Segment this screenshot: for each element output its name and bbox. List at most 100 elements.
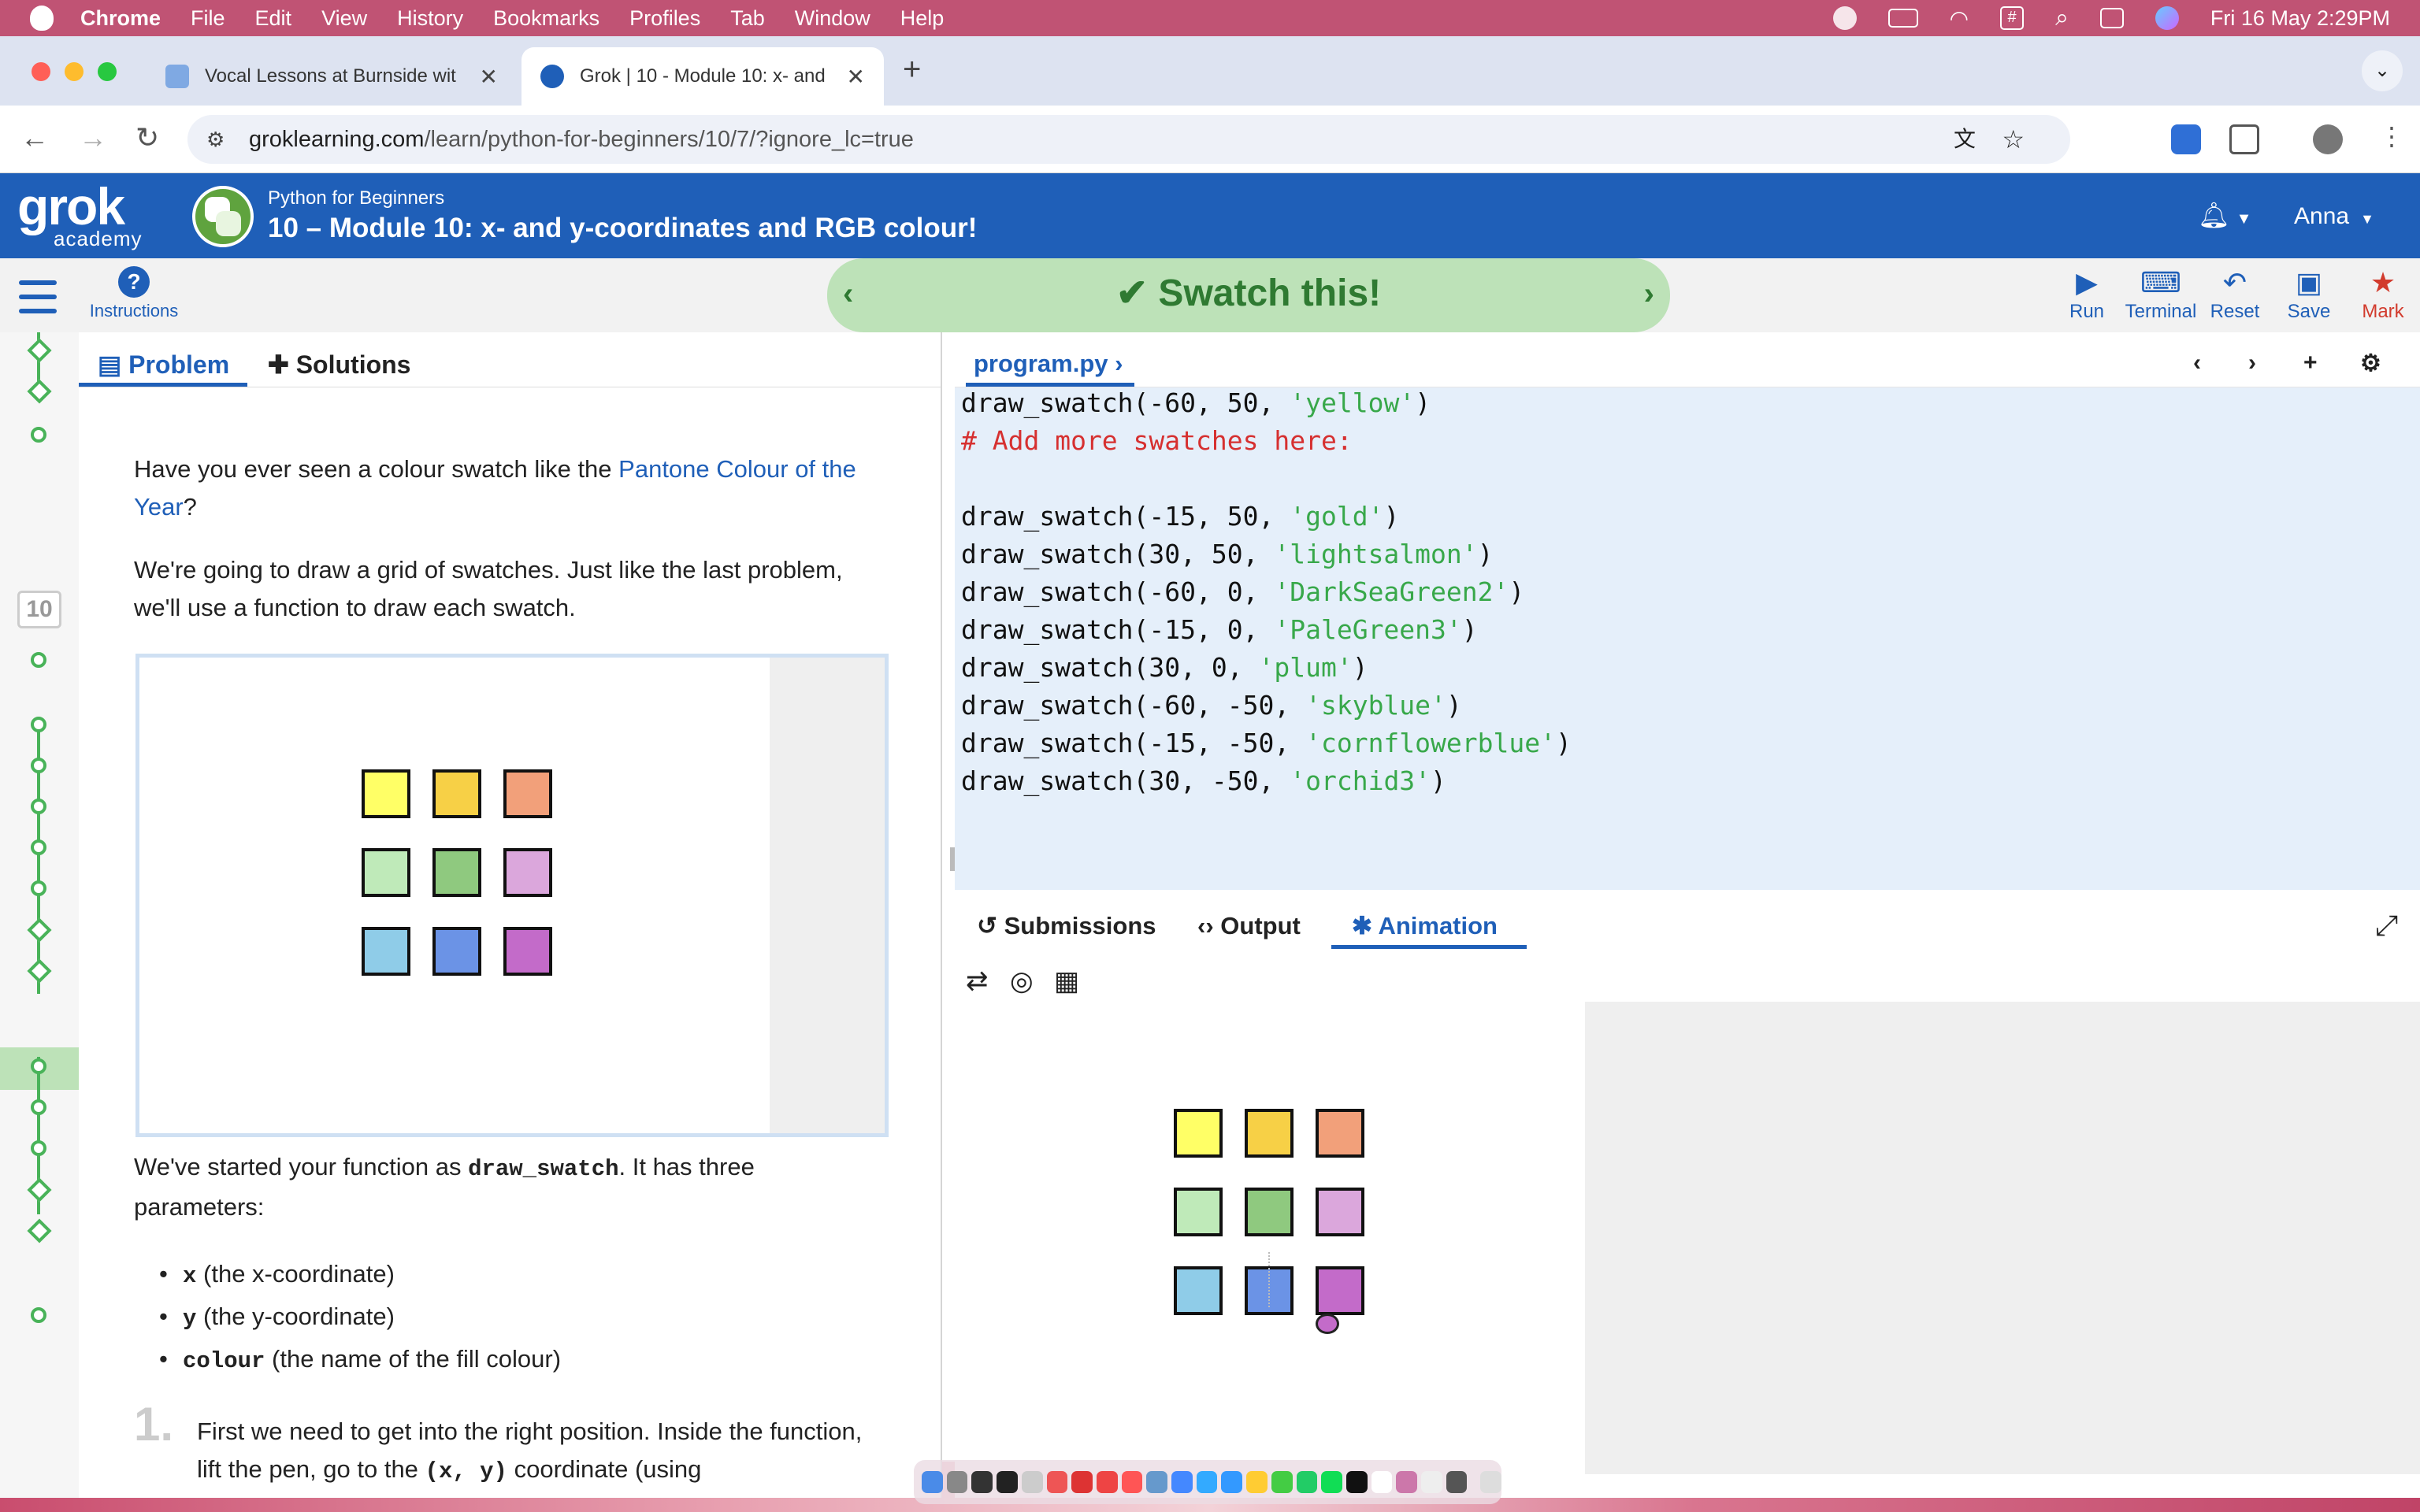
- level-badge[interactable]: 10: [17, 591, 61, 628]
- menu-file[interactable]: File: [191, 6, 225, 31]
- launchpad-icon[interactable]: [1021, 1471, 1043, 1493]
- expand-icon[interactable]: ⤢: [2375, 909, 2398, 943]
- save-button[interactable]: ▣ Save: [2272, 265, 2346, 323]
- app-icon[interactable]: [1096, 1471, 1118, 1493]
- messages-icon[interactable]: [1271, 1471, 1293, 1493]
- more-icon[interactable]: ⋮: [2379, 121, 2404, 151]
- rail-node[interactable]: [27, 338, 52, 363]
- rail-node[interactable]: [27, 1177, 52, 1203]
- app-icon[interactable]: [1146, 1471, 1168, 1493]
- translate-icon[interactable]: 文: [1954, 115, 1976, 164]
- control-center-icon[interactable]: [2099, 8, 2124, 28]
- app-icon[interactable]: [1345, 1471, 1368, 1493]
- menu-help[interactable]: Help: [900, 6, 945, 31]
- rail-node[interactable]: [31, 880, 46, 896]
- menu-tab[interactable]: Tab: [730, 6, 765, 31]
- tab-animation[interactable]: ✱ Animation: [1352, 912, 1498, 940]
- rail-node[interactable]: [31, 717, 46, 732]
- grok-logo[interactable]: grok academy: [17, 180, 143, 249]
- wechat-icon[interactable]: [1296, 1471, 1318, 1493]
- tab-problem[interactable]: ▤ Problem: [98, 350, 229, 380]
- menu-profiles[interactable]: Profiles: [629, 6, 700, 31]
- turtle-canvas[interactable]: [955, 1002, 1585, 1474]
- previous-problem-icon[interactable]: ‹: [843, 258, 853, 329]
- app-icon[interactable]: [946, 1471, 968, 1493]
- rail-node[interactable]: [31, 799, 46, 814]
- panel-resize-handle[interactable]: [950, 847, 955, 871]
- tab-submissions[interactable]: ↺ Submissions: [977, 912, 1156, 940]
- menu-app-name[interactable]: Chrome: [80, 6, 161, 31]
- mark-button[interactable]: ★ Mark: [2346, 265, 2420, 323]
- tab-solutions[interactable]: ✚ Solutions: [268, 350, 410, 380]
- siri-icon[interactable]: [2155, 6, 2179, 30]
- address-bar[interactable]: ⚙ groklearning.com/learn/python-for-begi…: [187, 115, 2070, 164]
- new-tab-button[interactable]: +: [903, 52, 921, 87]
- mail-icon[interactable]: [1171, 1471, 1193, 1493]
- menu-edit[interactable]: Edit: [255, 6, 292, 31]
- rail-node[interactable]: [31, 1099, 46, 1115]
- run-button[interactable]: ▶ Run: [2050, 265, 2124, 323]
- zoom-window-button[interactable]: [98, 62, 117, 81]
- code-editor[interactable]: draw_swatch(-60, 50, 'yellow') # Add mor…: [955, 387, 2420, 890]
- instructions-button[interactable]: ? Instructions: [79, 266, 189, 321]
- browser-tab-vocal[interactable]: Vocal Lessons at Burnside wit ✕: [147, 47, 517, 106]
- chevron-left-icon[interactable]: ‹: [2193, 350, 2201, 376]
- course-title[interactable]: Python for Beginners: [268, 187, 444, 209]
- puzzle-icon[interactable]: [2229, 124, 2259, 154]
- rail-node[interactable]: [27, 379, 52, 404]
- wechat-icon[interactable]: [1832, 6, 1857, 30]
- finder-icon[interactable]: [922, 1471, 943, 1493]
- loop-icon[interactable]: ⇄: [966, 965, 989, 997]
- apple-icon[interactable]: [30, 6, 54, 31]
- rail-node[interactable]: [27, 1218, 52, 1243]
- back-icon[interactable]: ←: [20, 121, 49, 154]
- search-icon[interactable]: ⌕: [2055, 5, 2069, 32]
- minimize-window-button[interactable]: [65, 62, 84, 81]
- app-icon[interactable]: [1071, 1471, 1093, 1493]
- terminal-button[interactable]: ⌨ Terminal: [2124, 265, 2198, 323]
- grid-icon[interactable]: ▦: [1054, 965, 1079, 997]
- menu-window[interactable]: Window: [795, 6, 870, 31]
- user-menu[interactable]: Anna ▼: [2294, 203, 2374, 230]
- site-info-icon[interactable]: ⚙: [206, 115, 225, 164]
- menu-history[interactable]: History: [397, 6, 463, 31]
- app-icon[interactable]: [997, 1471, 1018, 1493]
- menu-bookmarks[interactable]: Bookmarks: [493, 6, 599, 31]
- hash-icon[interactable]: #: [2000, 6, 2025, 30]
- chrome-icon[interactable]: [1246, 1471, 1268, 1493]
- close-window-button[interactable]: [32, 62, 50, 81]
- list-icon[interactable]: [19, 280, 57, 313]
- clock[interactable]: Fri 16 May 2:29PM: [2210, 6, 2390, 31]
- extension-icon[interactable]: [2171, 124, 2201, 154]
- next-problem-icon[interactable]: ›: [1644, 258, 1654, 329]
- tab-output[interactable]: ‹› Output: [1197, 912, 1301, 940]
- gear-icon[interactable]: ⚙: [2360, 350, 2381, 377]
- wifi-icon[interactable]: ◠: [1950, 6, 1969, 32]
- music-icon[interactable]: [1121, 1471, 1143, 1493]
- close-tab-icon[interactable]: ✕: [847, 64, 865, 90]
- rail-node[interactable]: [31, 1140, 46, 1156]
- forward-icon[interactable]: →: [79, 121, 107, 154]
- chevron-right-icon[interactable]: ›: [2248, 350, 2256, 376]
- trash-icon[interactable]: [1480, 1471, 1502, 1493]
- app-icon[interactable]: [1421, 1471, 1442, 1493]
- photos-icon[interactable]: [1396, 1471, 1418, 1493]
- close-tab-icon[interactable]: ✕: [480, 64, 498, 90]
- rail-node[interactable]: [31, 1058, 46, 1074]
- rail-node[interactable]: [31, 652, 46, 668]
- menu-view[interactable]: View: [321, 6, 367, 31]
- eye-off-icon[interactable]: ◎: [1010, 965, 1034, 997]
- app-store-icon[interactable]: [1196, 1471, 1218, 1493]
- rail-node[interactable]: [31, 758, 46, 773]
- rail-node-current[interactable]: [27, 958, 52, 984]
- rail-node[interactable]: [27, 917, 52, 943]
- reload-icon[interactable]: ↻: [135, 121, 159, 154]
- spotify-icon[interactable]: [1321, 1471, 1342, 1493]
- app-icon[interactable]: [1371, 1471, 1393, 1493]
- file-tab[interactable]: program.py ›: [974, 350, 1123, 378]
- profile-icon[interactable]: [2313, 124, 2343, 154]
- rail-node[interactable]: [31, 427, 46, 443]
- app-icon[interactable]: [971, 1471, 993, 1493]
- safari-icon[interactable]: [1221, 1471, 1243, 1493]
- bookmark-star-icon[interactable]: ☆: [2002, 115, 2025, 164]
